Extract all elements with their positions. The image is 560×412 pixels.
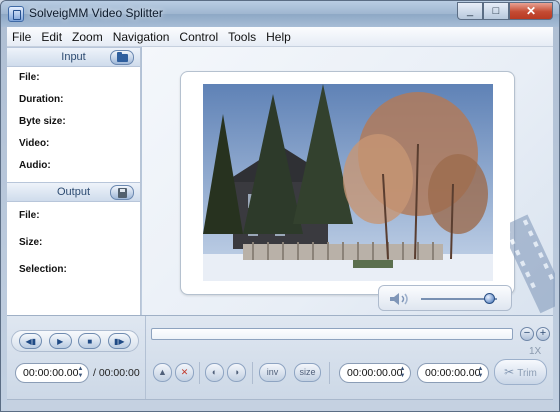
volume-slider-handle[interactable] [483,293,495,304]
input-section-title: Input [61,51,86,63]
input-duration-label: Duration: [19,94,64,105]
menu-bar: File Edit Zoom Navigation Control Tools … [7,27,553,47]
menu-file[interactable]: File [7,30,36,44]
video-frame-image [203,84,493,281]
selection-end-field[interactable]: 00:00:00.00 ▲ ▼ [417,363,489,383]
next-marker-button[interactable]: ▮▶ [107,333,131,349]
trim-button[interactable]: ✂ Trim [494,359,547,385]
volume-control [378,285,512,311]
menu-tools[interactable]: Tools [223,30,261,44]
zoom-in-button[interactable]: + [536,327,550,341]
trim-label: Trim [517,368,537,379]
maximize-button[interactable]: □ [483,2,509,20]
window-controls: _ □ ✕ [457,2,553,20]
set-marker-out-button[interactable]: ◑ [227,363,246,382]
toolbar-separator [199,362,200,384]
current-time-field[interactable]: 00:00:00.00 ▲ ▼ [15,363,89,383]
input-audio-label: Audio: [19,160,51,171]
player-buttons: ◀▮ ▶ ■ ▮▶ [11,330,139,352]
title-bar[interactable]: SolveigMM Video Splitter _ □ ✕ [1,1,559,27]
selection-start-value: 00:00:00.00 [347,367,403,379]
open-file-button[interactable] [110,50,134,65]
selection-end-value: 00:00:00.00 [425,367,481,379]
app-window: SolveigMM Video Splitter _ □ ✕ File Edit… [0,0,560,412]
current-time-value: 00:00:00.00 [23,367,79,379]
output-file-label: File: [19,210,40,221]
current-time-spinner-icon[interactable]: ▲ ▼ [77,366,84,380]
selection-start-field[interactable]: 00:00:00.00 ▲ ▼ [339,363,411,383]
prev-marker-button[interactable]: ◀▮ [19,333,43,349]
selection-end-spinner-icon[interactable]: ▲ ▼ [477,366,484,380]
window-title: SolveigMM Video Splitter [29,6,163,20]
info-panel: Input File: Duration: Byte size: Video: … [7,47,141,315]
marker-up-button[interactable]: ▲ [153,363,172,382]
set-marker-in-button[interactable]: ◐ [205,363,224,382]
selection-start-spinner-icon[interactable]: ▲ ▼ [399,366,406,380]
menu-edit[interactable]: Edit [36,30,67,44]
zoom-out-button[interactable]: − [520,327,534,341]
zoom-level: 1X [529,346,542,357]
app-icon [8,6,24,22]
scissors-icon: ✂ [504,365,515,379]
minimize-button[interactable]: _ [457,2,483,20]
menu-help[interactable]: Help [261,30,296,44]
panel-divider [145,316,146,411]
size-button[interactable]: size [294,363,321,382]
total-duration: / 00:00:00 [93,367,140,379]
input-section-header: Input [7,47,140,67]
input-byte-size-label: Byte size: [19,116,66,127]
preview-area [142,47,555,315]
preview-frame [180,71,515,295]
save-output-button[interactable] [110,185,134,200]
output-section-title: Output [56,186,91,198]
output-selection-label: Selection: [19,264,67,275]
toolbar-separator [252,362,253,384]
delete-marker-button[interactable]: ✕ [175,363,194,382]
video-frame[interactable] [203,84,493,281]
invert-selection-button[interactable]: inv [259,363,286,382]
stop-button[interactable]: ■ [78,333,102,349]
film-strip-decoration [510,214,555,314]
input-video-label: Video: [19,138,50,149]
output-size-label: Size: [19,237,43,248]
speaker-icon[interactable] [388,292,410,306]
menu-zoom[interactable]: Zoom [67,30,108,44]
play-button[interactable]: ▶ [48,333,72,349]
save-icon [117,187,127,198]
menu-navigation[interactable]: Navigation [108,30,175,44]
output-section-header: Output [7,182,140,202]
control-panel: ◀▮ ▶ ■ ▮▶ − + 1X 00:00:00.00 ▲ ▼ / 00:00:… [7,315,553,411]
status-bar [7,399,553,411]
timeline-track[interactable] [151,328,513,340]
toolbar-separator [329,362,330,384]
menu-control[interactable]: Control [174,30,223,44]
input-file-label: File: [19,72,40,83]
folder-open-icon [116,51,128,62]
close-button[interactable]: ✕ [509,2,553,20]
